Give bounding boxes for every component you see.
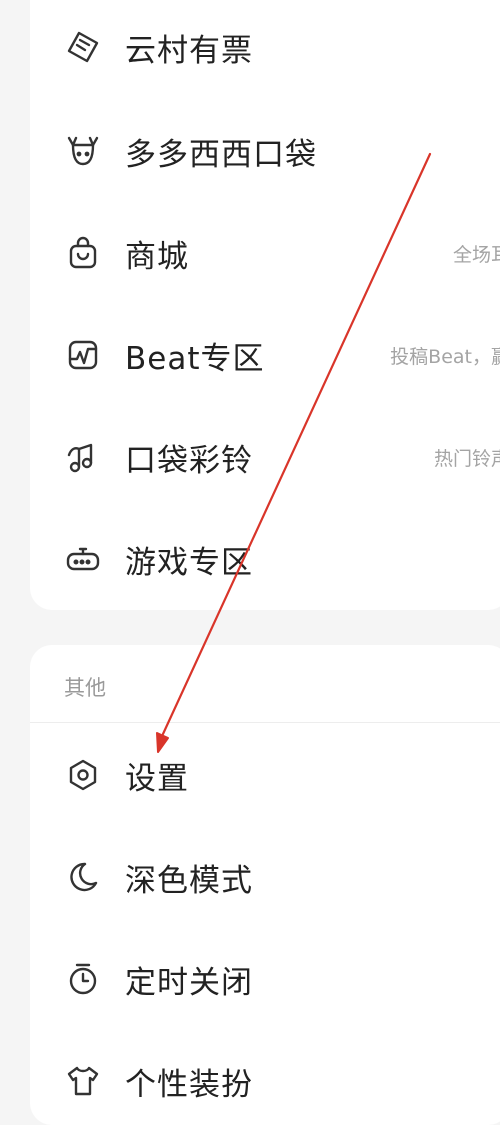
- menu-item-beat-zone[interactable]: Beat专区 投稿Beat，赢: [30, 320, 500, 390]
- menu-item-personal-dressup[interactable]: 个性装扮: [30, 1046, 500, 1116]
- menu-item-label: 游戏专区: [125, 544, 253, 581]
- menu-item-mall[interactable]: 商城 全场耳: [30, 218, 500, 288]
- menu-item-label: Beat专区: [125, 340, 265, 377]
- menu-item-hint: 全场耳: [452, 243, 500, 266]
- menu-card-services: [30, 0, 500, 610]
- menu-item-hint: 投稿Beat，赢: [390, 345, 500, 368]
- ticket-icon: [64, 28, 102, 66]
- menu-item-duoduo-pocket[interactable]: 多多西西口袋: [30, 116, 500, 186]
- moon-icon: [64, 858, 102, 896]
- menu-item-label: 云村有票: [125, 32, 253, 69]
- gamepad-icon: [64, 540, 102, 578]
- menu-item-label: 个性装扮: [125, 1066, 253, 1103]
- tshirt-icon: [64, 1062, 102, 1100]
- menu-item-label: 定时关闭: [125, 964, 253, 1001]
- menu-item-game-zone[interactable]: 游戏专区: [30, 524, 500, 594]
- section-title-other: 其他: [64, 676, 106, 700]
- menu-item-sleep-timer[interactable]: 定时关闭: [30, 944, 500, 1014]
- menu-item-dark-mode[interactable]: 深色模式: [30, 842, 500, 912]
- timer-icon: [64, 960, 102, 998]
- menu-item-pocket-ringtone[interactable]: 口袋彩铃 热门铃声: [30, 422, 500, 492]
- waveform-icon: [64, 336, 102, 374]
- section-divider: [30, 722, 500, 723]
- menu-item-label: 设置: [125, 760, 189, 797]
- music-note-icon: [64, 438, 102, 476]
- settings-hexagon-icon: [64, 756, 102, 794]
- menu-item-label: 口袋彩铃: [125, 442, 253, 479]
- menu-item-label: 多多西西口袋: [125, 136, 317, 173]
- menu-item-settings[interactable]: 设置: [30, 740, 500, 810]
- menu-item-label: 深色模式: [125, 862, 253, 899]
- shopping-bag-icon: [64, 234, 102, 272]
- menu-item-label: 商城: [125, 238, 189, 275]
- menu-item-hint: 热门铃声: [433, 447, 500, 470]
- deer-icon: [64, 132, 102, 170]
- menu-item-yuncun-tickets[interactable]: 云村有票: [30, 12, 500, 82]
